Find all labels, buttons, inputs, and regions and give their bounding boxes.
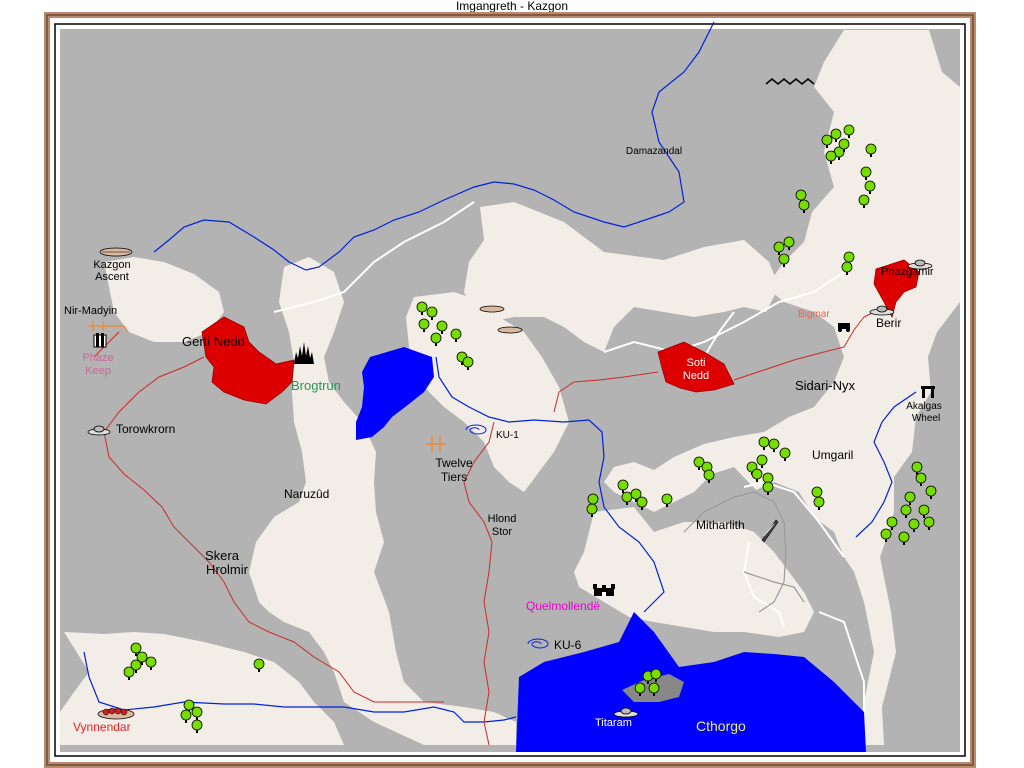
label-akalgas-wheel-line2[interactable]: Wheel: [912, 413, 940, 424]
label-phazgamir[interactable]: Phazgamir: [881, 266, 934, 278]
kazgon-airship-icon[interactable]: [99, 247, 133, 257]
label-vynnendar[interactable]: Vynnendar: [73, 720, 131, 734]
map-frame: Damazandal Kazgon Ascent Nir-Madyin Phaz…: [44, 12, 976, 768]
label-phaze-keep-line1[interactable]: Phaze: [82, 352, 113, 364]
label-brogtrun[interactable]: Brogtrun: [291, 378, 341, 393]
label-twelve-tiers-line1[interactable]: Twelve: [435, 456, 472, 470]
label-quelmollende[interactable]: Quelmollendë: [526, 599, 600, 613]
label-bigmar[interactable]: Bigmar: [798, 309, 830, 320]
label-torowkrorn[interactable]: Torowkrorn: [116, 422, 175, 436]
label-nir-madyin[interactable]: Nir-Madyin: [64, 305, 117, 317]
label-skera-hrolmir-line2[interactable]: Hrolmir: [206, 562, 248, 577]
label-sidari-nyx[interactable]: Sidari-Nyx: [795, 378, 855, 393]
airship-icon[interactable]: [479, 305, 505, 313]
label-cthorgo[interactable]: Cthorgo: [696, 718, 746, 734]
label-hlond-stor-line2[interactable]: Stor: [492, 526, 512, 538]
label-hlond-stor-line1[interactable]: Hlond: [488, 513, 517, 525]
label-phaze-keep-line2[interactable]: Keep: [85, 365, 111, 377]
label-twelve-tiers-line2[interactable]: Tiers: [441, 470, 467, 484]
label-berir[interactable]: Berir: [876, 316, 901, 330]
label-titaram[interactable]: Titaram: [595, 717, 632, 729]
label-kazgon-ascent-line2[interactable]: Ascent: [95, 271, 129, 283]
label-ku1[interactable]: KU-1: [496, 430, 519, 441]
label-mitharlith[interactable]: Mitharlith: [696, 518, 745, 532]
label-soti-nedd-line2[interactable]: Nedd: [683, 370, 709, 382]
label-umgaril[interactable]: Umgaril: [812, 448, 853, 462]
phaze-keep-castle-icon[interactable]: [93, 333, 107, 348]
quelmollende-castle-icon[interactable]: [593, 584, 615, 596]
label-akalgas-wheel-line1[interactable]: Akalgas: [906, 401, 942, 412]
airship-icon[interactable]: [497, 326, 523, 334]
label-gerti-nedd[interactable]: Gerti Nedd: [182, 334, 245, 349]
label-soti-nedd-line1[interactable]: Soti: [687, 357, 706, 369]
label-damazandal[interactable]: Damazandal: [626, 146, 682, 157]
label-kazgon-ascent-line1[interactable]: Kazgon: [93, 259, 130, 271]
label-ku6[interactable]: KU-6: [554, 638, 581, 652]
label-naruzud[interactable]: Naruzûd: [284, 487, 329, 501]
